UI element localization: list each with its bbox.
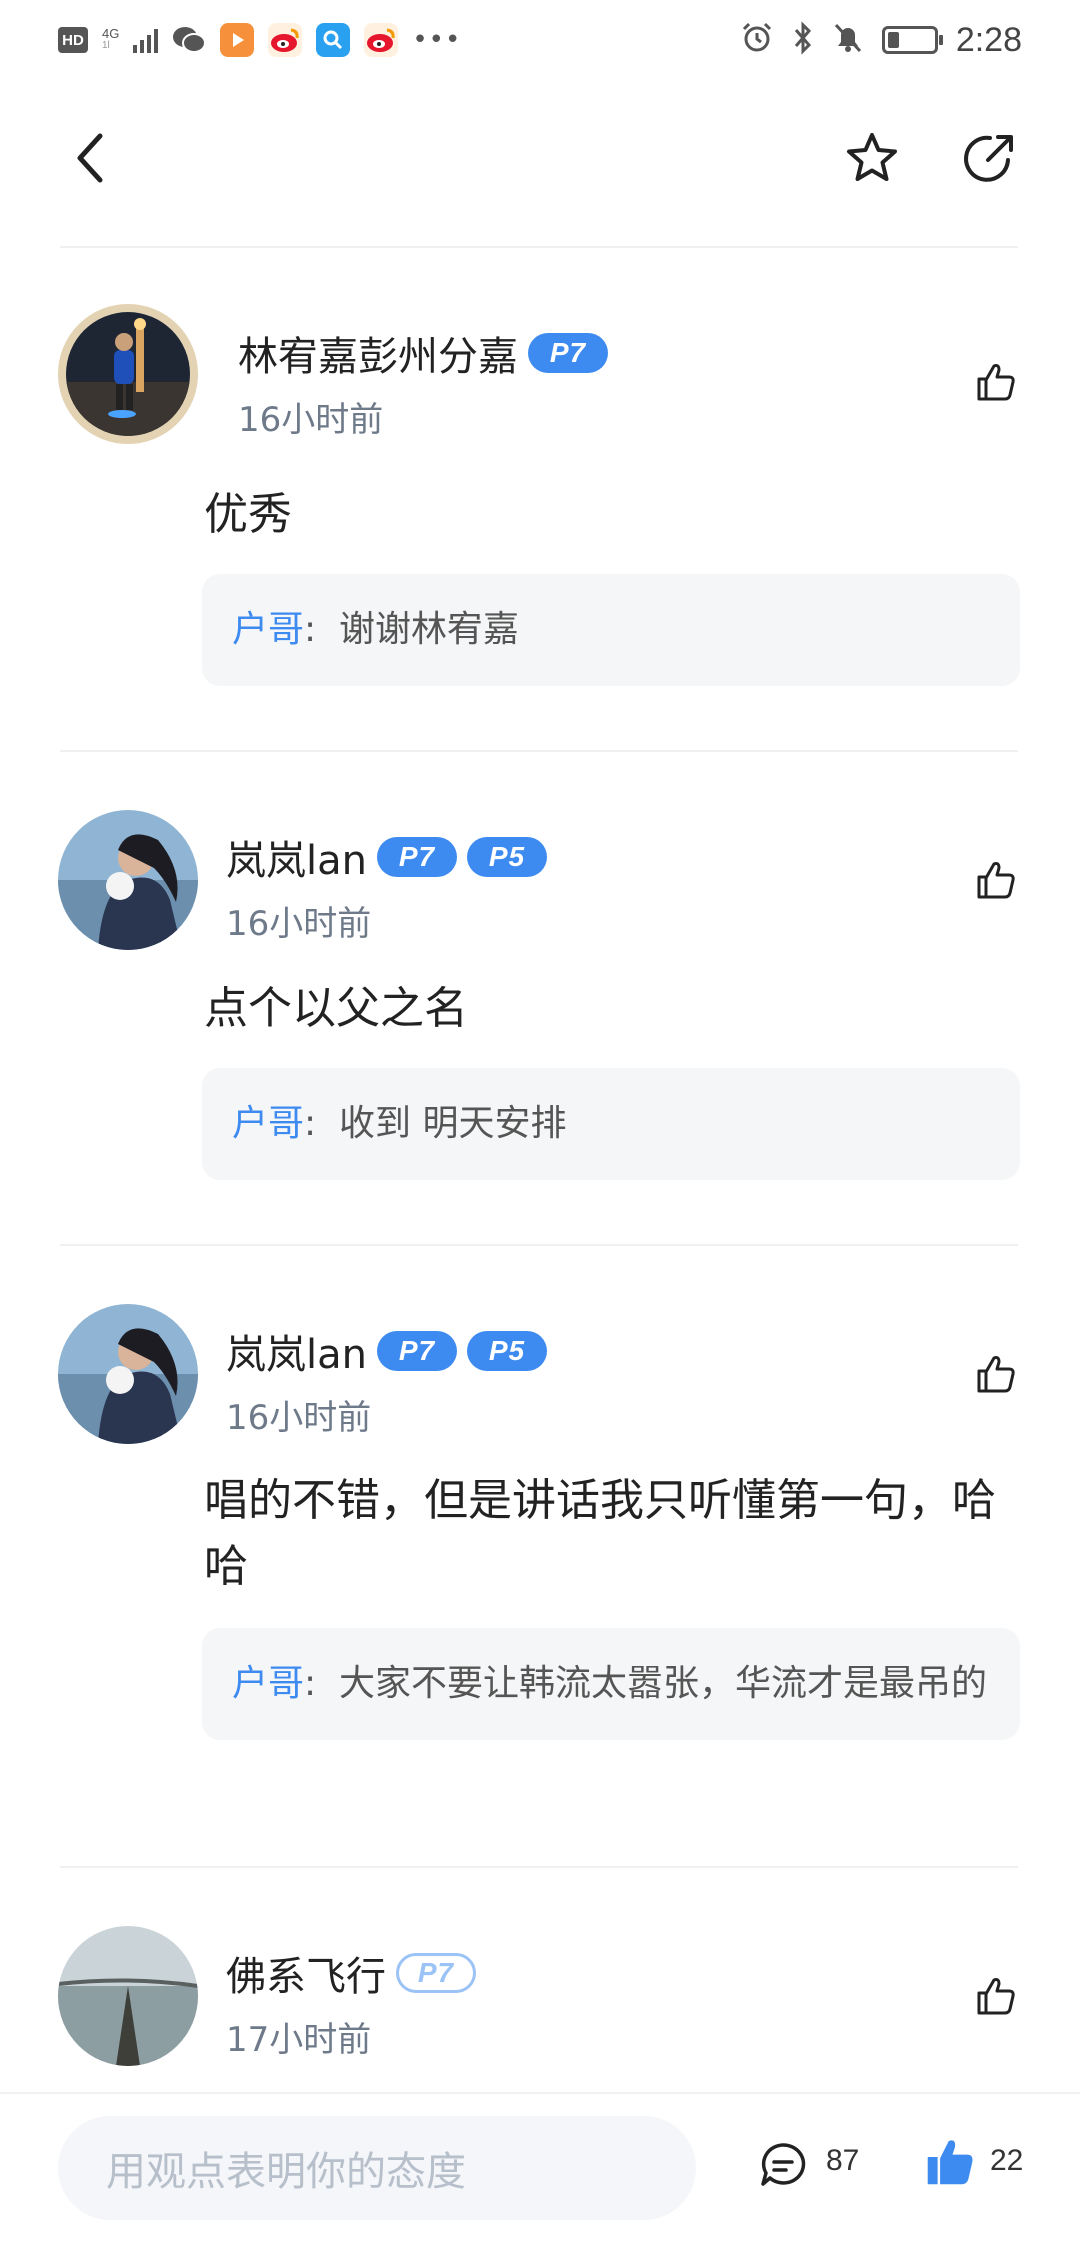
comment-like-button[interactable] [972, 358, 1020, 406]
hd-badge: HD [58, 27, 88, 53]
avatar[interactable] [58, 810, 198, 950]
share-button[interactable] [960, 128, 1020, 188]
weibo-icon-2 [364, 23, 399, 57]
signal-icon [133, 27, 159, 53]
comment-count: 87 [826, 2144, 860, 2177]
comment-like-button[interactable] [972, 856, 1020, 904]
battery-level [887, 32, 899, 48]
comment-like-button[interactable] [972, 1350, 1020, 1398]
username[interactable]: 佛系飞行 [226, 1944, 386, 2002]
like-button[interactable] [924, 2136, 976, 2188]
level-badge-p7: P7 [528, 333, 608, 373]
comment-input-placeholder: 用观点表明你的态度 [106, 2149, 466, 2195]
like-count: 22 [990, 2144, 1024, 2177]
thumbs-up-filled-icon [927, 2140, 973, 2185]
status-left: HD 4G 1l ••• [58, 22, 461, 58]
search-app-icon [316, 23, 351, 57]
avatar[interactable] [58, 1926, 198, 2066]
header-divider [60, 246, 1018, 248]
username[interactable]: 岚岚lan [226, 1322, 367, 1380]
mute-bell-icon [832, 21, 864, 59]
level-badge-p7: P7 [396, 1953, 476, 1993]
reply-author[interactable]: 户哥 [232, 1103, 304, 1144]
comment-time: 16小时前 [238, 400, 384, 440]
chevron-left-icon [77, 133, 103, 183]
comment-divider [60, 750, 1018, 752]
level-badge-p5: P5 [466, 1331, 547, 1371]
alarm-icon [740, 21, 774, 59]
thumbs-up-icon [977, 1978, 1015, 2015]
username[interactable]: 岚岚lan [226, 828, 367, 886]
thumbs-up-icon [977, 1356, 1015, 1393]
author-reply: 户哥: 大家不要让韩流太嚣张，华流才是最吊的 [202, 1628, 1020, 1740]
comment-text: 优秀 [204, 489, 292, 540]
author-reply: 户哥: 收到 明天安排 [202, 1068, 1020, 1180]
comments-button[interactable] [758, 2140, 808, 2190]
comment-time: 16小时前 [226, 1398, 372, 1438]
username-row: 林宥嘉彭州分嘉 P7 [238, 324, 608, 382]
more-notifications-icon: ••• [412, 25, 462, 55]
username-row: 佛系飞行 P7 [226, 1944, 476, 2002]
comment-bubble-icon [761, 2143, 806, 2186]
star-outline-icon [847, 133, 897, 181]
bottom-action-bar: 用观点表明你的态度 87 22 [0, 2092, 1080, 2244]
comment-text: 唱的不错，但是讲话我只听懂第一句，哈哈 [204, 1475, 996, 1592]
reply-text: 谢谢林宥嘉 [339, 609, 520, 650]
share-arrow-icon [964, 135, 1013, 182]
wechat-icon [172, 23, 207, 57]
username-row: 岚岚lan P7 P5 [226, 1322, 547, 1380]
thumbs-up-icon [977, 862, 1015, 899]
comment-text: 点个以父之名 [204, 983, 468, 1034]
reply-text: 收到 明天安排 [339, 1103, 567, 1144]
username-row: 岚岚lan P7 P5 [226, 828, 547, 886]
comment-like-button[interactable] [972, 1972, 1020, 2020]
reply-author[interactable]: 户哥 [232, 609, 304, 650]
reply-text: 大家不要让韩流太嚣张，华流才是最吊的 [339, 1663, 988, 1704]
video-app-icon [220, 23, 255, 57]
username[interactable]: 林宥嘉彭州分嘉 [238, 324, 518, 382]
comment-divider [60, 1866, 1018, 1868]
comment-time: 17小时前 [226, 2020, 372, 2060]
status-bar: HD 4G 1l ••• 2:28 [0, 0, 1080, 80]
weibo-icon [268, 23, 303, 57]
top-nav [0, 100, 1080, 220]
favorite-button[interactable] [842, 128, 902, 188]
reply-separator: : [304, 609, 317, 650]
avatar[interactable] [58, 1304, 198, 1444]
level-badge-p7: P7 [376, 1331, 457, 1371]
reply-separator: : [304, 1663, 317, 1704]
level-badge-p7: P7 [376, 837, 457, 877]
network-type: 4G 1l [102, 26, 120, 51]
reply-separator: : [304, 1103, 317, 1144]
thumbs-up-icon [977, 364, 1015, 401]
comment-divider [60, 1244, 1018, 1246]
battery-icon [881, 26, 943, 54]
status-right: 2:28 [740, 18, 1022, 62]
bluetooth-icon [792, 21, 814, 59]
clock: 2:28 [955, 20, 1022, 59]
reply-author[interactable]: 户哥 [232, 1663, 304, 1704]
level-badge-p5: P5 [466, 837, 547, 877]
avatar[interactable] [58, 304, 198, 444]
comment-input[interactable]: 用观点表明你的态度 [58, 2116, 696, 2220]
comment-time: 16小时前 [226, 904, 372, 944]
author-reply: 户哥: 谢谢林宥嘉 [202, 574, 1020, 686]
back-button[interactable] [60, 128, 120, 188]
